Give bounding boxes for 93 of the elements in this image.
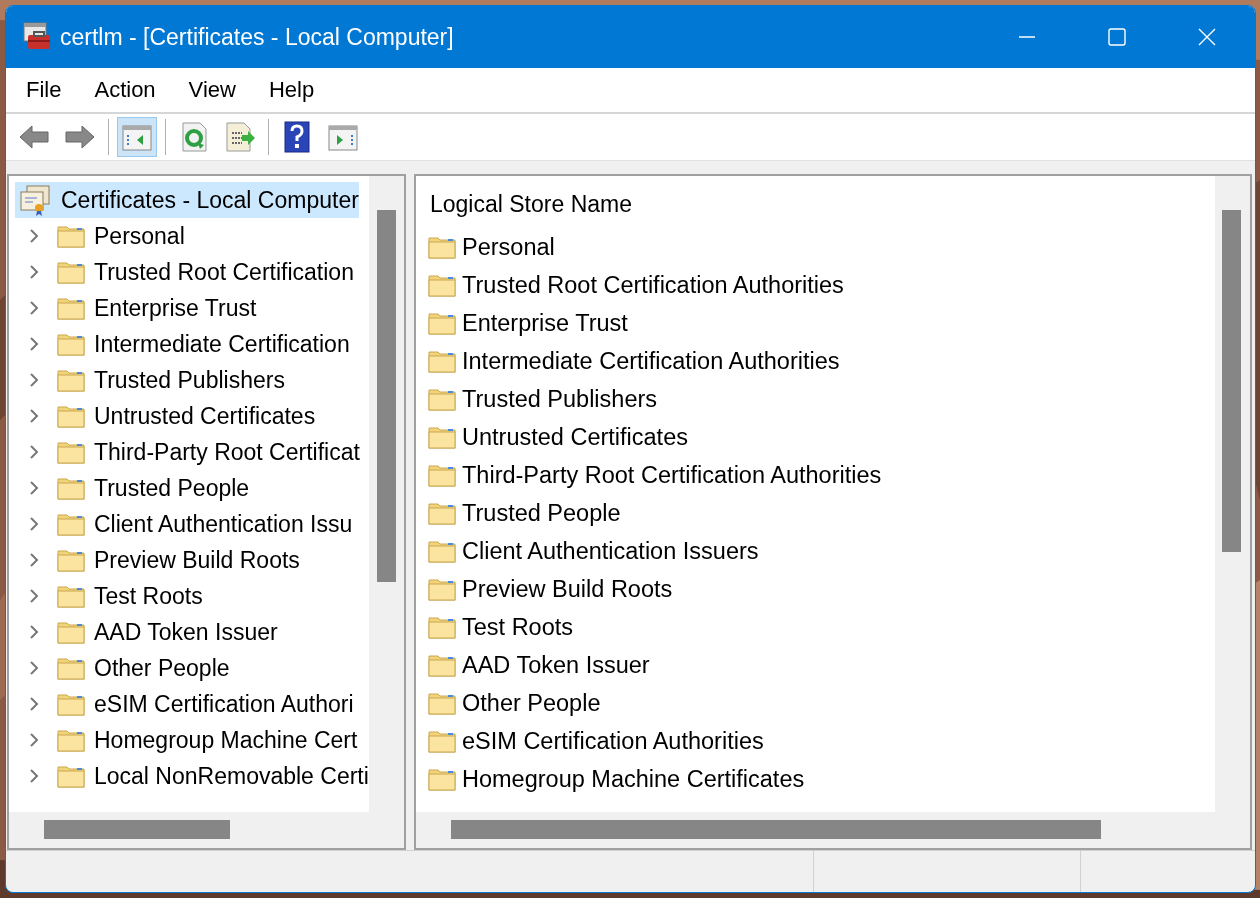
- maximize-icon[interactable]: [1107, 27, 1127, 47]
- chevron-icon[interactable]: [28, 660, 40, 676]
- list-item[interactable]: eSIM Certification Authorities: [462, 727, 764, 755]
- tree-item[interactable]: AAD Token Issuer: [94, 618, 278, 646]
- chevron-icon[interactable]: [28, 444, 40, 460]
- chevron-icon[interactable]: [28, 228, 40, 244]
- folder-icon: [428, 767, 456, 791]
- tree-item[interactable]: Third-Party Root Certificat: [94, 438, 360, 466]
- close-icon[interactable]: [1197, 27, 1217, 47]
- list-item[interactable]: Trusted Root Certification Authorities: [462, 271, 844, 299]
- folder-icon: [57, 332, 85, 356]
- menu-item[interactable]: Action: [94, 77, 156, 103]
- folder-icon: [57, 296, 85, 320]
- folder-icon: [57, 512, 85, 536]
- chevron-icon[interactable]: [28, 768, 40, 784]
- folder-icon: [57, 620, 85, 644]
- folder-icon: [57, 656, 85, 680]
- certificate-icon: [19, 184, 51, 216]
- tree-item[interactable]: Intermediate Certification: [94, 330, 350, 358]
- tree-item[interactable]: Untrusted Certificates: [94, 402, 316, 430]
- list-item[interactable]: Test Roots: [462, 613, 574, 641]
- chevron-icon[interactable]: [28, 732, 40, 748]
- list-item[interactable]: Client Authentication Issuers: [462, 537, 759, 565]
- folder-icon: [428, 273, 456, 297]
- tree-item[interactable]: Other People: [94, 654, 230, 682]
- folder-icon: [428, 349, 456, 373]
- tree-item[interactable]: Client Authentication Issu: [94, 510, 353, 538]
- chevron-icon[interactable]: [28, 624, 40, 640]
- folder-icon: [428, 425, 456, 449]
- chevron-icon[interactable]: [28, 696, 40, 712]
- menu-item[interactable]: Help: [268, 77, 315, 103]
- chevron-icon[interactable]: [28, 588, 40, 604]
- folder-icon: [57, 404, 85, 428]
- chevron-icon[interactable]: [28, 264, 40, 280]
- scrollbar[interactable]: [9, 812, 404, 848]
- folder-icon: [57, 476, 85, 500]
- folder-icon: [428, 615, 456, 639]
- list-item[interactable]: Preview Build Roots: [462, 575, 673, 603]
- tree-item[interactable]: Trusted People: [94, 474, 250, 502]
- window-title: certlm - [Certificates - Local Computer]: [60, 23, 454, 51]
- chevron-icon[interactable]: [28, 516, 40, 532]
- folder-icon: [57, 368, 85, 392]
- folder-icon: [428, 729, 456, 753]
- tree-button[interactable]: [117, 117, 157, 157]
- folder-icon: [428, 463, 456, 487]
- list-item[interactable]: Homegroup Machine Certificates: [462, 765, 805, 793]
- folder-icon: [428, 539, 456, 563]
- folder-icon: [57, 692, 85, 716]
- folder-icon: [57, 224, 85, 248]
- tree-item[interactable]: eSIM Certification Authori: [94, 690, 354, 718]
- tree-item[interactable]: Homegroup Machine Cert: [94, 726, 358, 754]
- folder-icon: [428, 501, 456, 525]
- scrollbar[interactable]: [369, 176, 404, 812]
- folder-icon: [428, 235, 456, 259]
- tree-item[interactable]: Local NonRemovable Certi: [94, 762, 369, 790]
- chevron-icon[interactable]: [28, 300, 40, 316]
- menu-item[interactable]: File: [26, 77, 62, 103]
- list-item[interactable]: Other People: [462, 689, 601, 717]
- folder-icon: [428, 653, 456, 677]
- list-item[interactable]: Untrusted Certificates: [462, 423, 688, 451]
- tree-item[interactable]: Trusted Publishers: [94, 366, 285, 394]
- tree-item[interactable]: Trusted Root Certification: [94, 258, 354, 286]
- list-item[interactable]: Third-Party Root Certification Authorities: [462, 461, 882, 489]
- list-item[interactable]: Personal: [462, 233, 555, 261]
- tree-item[interactable]: Preview Build Roots: [94, 546, 300, 574]
- chevron-icon[interactable]: [28, 372, 40, 388]
- scrollbar[interactable]: [416, 812, 1250, 848]
- scrollbar[interactable]: [1215, 176, 1250, 812]
- folder-icon: [428, 691, 456, 715]
- list-item[interactable]: Trusted Publishers: [462, 385, 658, 413]
- list-item[interactable]: Intermediate Certification Authorities: [462, 347, 840, 375]
- list-item[interactable]: Trusted People: [462, 499, 621, 527]
- folder-icon: [428, 577, 456, 601]
- menu-item[interactable]: View: [188, 77, 236, 103]
- folder-icon: [57, 584, 85, 608]
- tree-item[interactable]: Test Roots: [94, 582, 203, 610]
- chevron-icon[interactable]: [28, 336, 40, 352]
- column-header[interactable]: Logical Store Name: [428, 182, 1216, 226]
- chevron-icon[interactable]: [28, 552, 40, 568]
- folder-icon: [428, 311, 456, 335]
- folder-icon: [57, 260, 85, 284]
- list-item[interactable]: Enterprise Trust: [462, 309, 628, 337]
- chevron-icon[interactable]: [28, 408, 40, 424]
- folder-icon: [57, 764, 85, 788]
- folder-icon: [57, 548, 85, 572]
- list-item[interactable]: AAD Token Issuer: [462, 651, 650, 679]
- tree-item[interactable]: Certificates - Local Computer: [15, 182, 359, 218]
- folder-icon: [57, 728, 85, 752]
- chevron-icon[interactable]: [28, 480, 40, 496]
- tree-item[interactable]: Enterprise Trust: [94, 294, 257, 322]
- folder-icon: [57, 440, 85, 464]
- folder-icon: [428, 387, 456, 411]
- tree-item[interactable]: Personal: [94, 222, 185, 250]
